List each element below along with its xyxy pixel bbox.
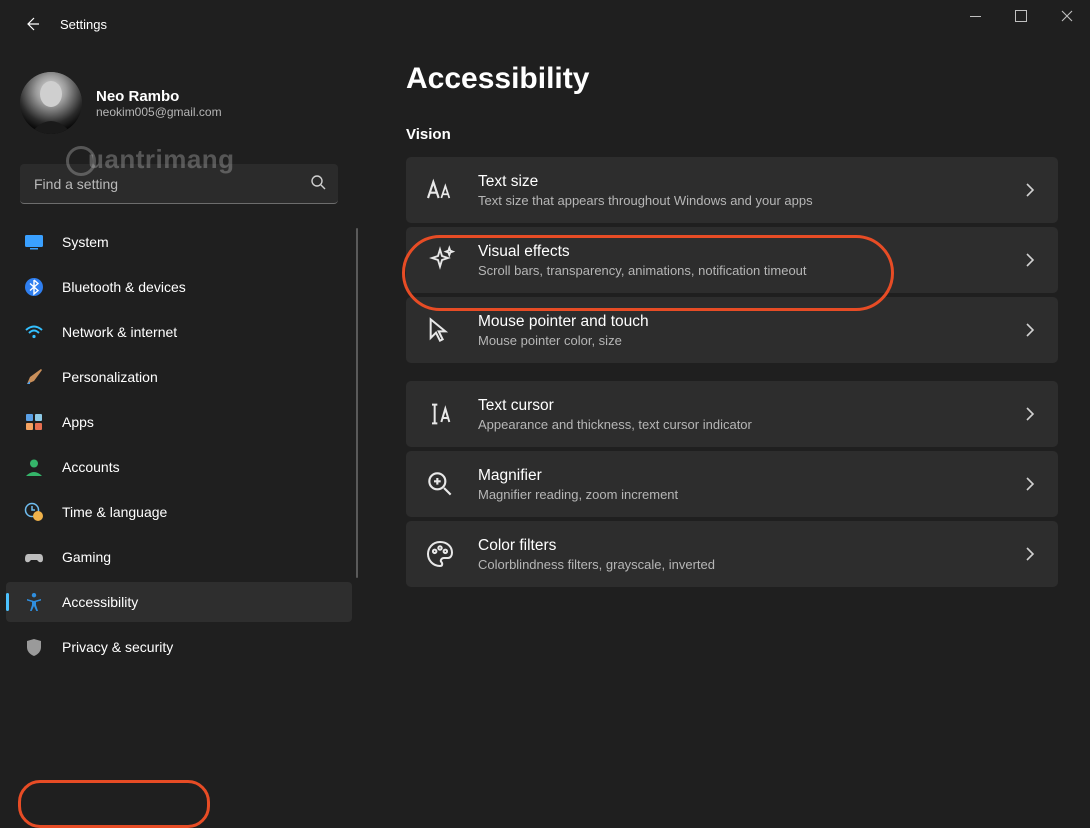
chevron-right-icon [1020,320,1040,340]
chevron-right-icon [1020,250,1040,270]
sidebar-item-system[interactable]: System [6,222,352,262]
chevron-right-icon [1020,474,1040,494]
palette-icon [424,538,456,570]
sidebar-item-label: Accounts [62,459,120,475]
sidebar-item-label: Gaming [62,549,111,565]
sidebar-item-apps[interactable]: Apps [6,402,352,442]
sidebar-item-label: Privacy & security [62,639,173,655]
profile-email: neokim005@gmail.com [96,105,222,119]
chevron-right-icon [1020,404,1040,424]
gamepad-icon [24,547,44,567]
card-text-size[interactable]: Text size Text size that appears through… [406,157,1058,223]
sidebar-scrollbar[interactable] [356,228,358,578]
card-title: Text size [478,173,998,191]
card-title: Visual effects [478,243,998,261]
clock-globe-icon [24,502,44,522]
card-title: Text cursor [478,397,998,415]
wifi-icon [24,322,44,342]
text-size-icon [424,174,456,206]
window-minimize-button[interactable] [952,0,998,32]
sidebar-item-label: Personalization [62,369,158,385]
card-color-filters[interactable]: Color filters Colorblindness filters, gr… [406,521,1058,587]
window-close-button[interactable] [1044,0,1090,32]
person-icon [24,457,44,477]
card-subtitle: Scroll bars, transparency, animations, n… [478,263,998,278]
section-title-vision: Vision [406,126,1058,143]
sidebar-item-privacy[interactable]: Privacy & security [6,627,352,667]
profile-name: Neo Rambo [96,88,222,105]
page-title: Accessibility [406,62,1058,96]
text-cursor-icon [424,398,456,430]
sidebar-item-personalization[interactable]: Personalization [6,357,352,397]
sidebar: Neo Rambo neokim005@gmail.com uantrimang… [0,48,358,748]
card-title: Magnifier [478,467,998,485]
bluetooth-icon [24,277,44,297]
card-mouse-pointer[interactable]: Mouse pointer and touch Mouse pointer co… [406,297,1058,363]
magnifier-icon [424,468,456,500]
sidebar-item-network[interactable]: Network & internet [6,312,352,352]
pointer-icon [424,314,456,346]
app-title: Settings [60,17,107,32]
apps-icon [24,412,44,432]
accessibility-icon [24,592,44,612]
profile-block[interactable]: Neo Rambo neokim005@gmail.com [0,72,358,134]
search-box[interactable] [20,164,338,204]
main-content: Accessibility Vision Text size Text size… [358,48,1090,748]
shield-icon [24,637,44,657]
sidebar-item-time-language[interactable]: Time & language [6,492,352,532]
back-button[interactable] [10,2,54,46]
sidebar-item-accessibility[interactable]: Accessibility [6,582,352,622]
card-magnifier[interactable]: Magnifier Magnifier reading, zoom increm… [406,451,1058,517]
card-visual-effects[interactable]: Visual effects Scroll bars, transparency… [406,227,1058,293]
sidebar-item-label: Accessibility [62,594,138,610]
card-text-cursor[interactable]: Text cursor Appearance and thickness, te… [406,381,1058,447]
nav-list: System Bluetooth & devices Network & int… [0,222,358,667]
card-subtitle: Colorblindness filters, grayscale, inver… [478,557,998,572]
sidebar-item-gaming[interactable]: Gaming [6,537,352,577]
brush-icon [24,367,44,387]
sidebar-item-accounts[interactable]: Accounts [6,447,352,487]
card-title: Mouse pointer and touch [478,313,998,331]
search-input[interactable] [32,175,310,193]
sidebar-item-label: System [62,234,109,250]
sidebar-item-label: Bluetooth & devices [62,279,186,295]
annotation-sidebar-highlight [18,780,210,828]
chevron-right-icon [1020,544,1040,564]
titlebar: Settings [0,0,1090,48]
card-subtitle: Magnifier reading, zoom increment [478,487,998,502]
window-maximize-button[interactable] [998,0,1044,32]
card-subtitle: Text size that appears throughout Window… [478,193,998,208]
card-subtitle: Mouse pointer color, size [478,333,998,348]
sidebar-item-label: Apps [62,414,94,430]
card-subtitle: Appearance and thickness, text cursor in… [478,417,998,432]
sidebar-item-label: Network & internet [62,324,177,340]
sidebar-item-label: Time & language [62,504,167,520]
avatar [20,72,82,134]
sparkle-icon [424,244,456,276]
search-icon [310,174,326,194]
sidebar-item-bluetooth[interactable]: Bluetooth & devices [6,267,352,307]
monitor-icon [24,232,44,252]
chevron-right-icon [1020,180,1040,200]
card-title: Color filters [478,537,998,555]
settings-cards: Text size Text size that appears through… [406,157,1058,587]
